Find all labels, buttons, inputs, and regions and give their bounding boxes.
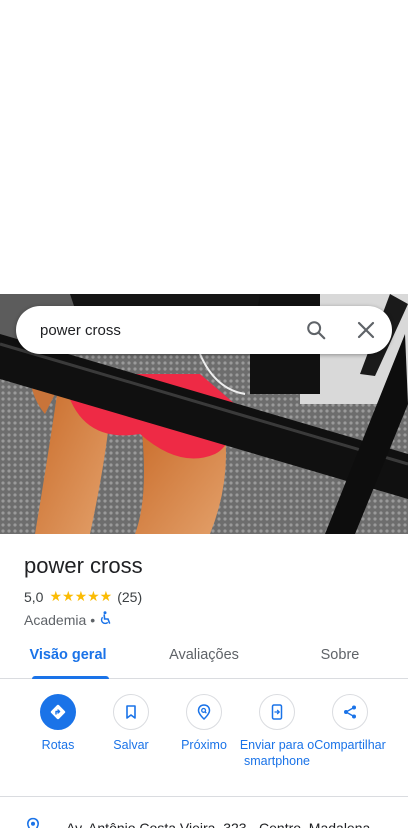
share-icon [332, 694, 368, 730]
action-buttons: Rotas Salvar Próximo Enviar para o smart… [0, 694, 408, 794]
action-label: Enviar para o smartphone [239, 738, 315, 768]
action-label: Compartilhar [314, 738, 386, 752]
rating-row[interactable]: 5,0 ★★★★★ (25) [24, 588, 384, 605]
directions-icon [40, 694, 76, 730]
rating-value: 5,0 [24, 588, 44, 605]
tab-label: Sobre [320, 647, 360, 663]
search-input[interactable]: power cross [40, 322, 294, 339]
location-pin-icon [24, 817, 42, 828]
search-bar[interactable]: power cross [16, 306, 392, 354]
close-icon[interactable] [344, 308, 388, 352]
active-tab-indicator [32, 676, 109, 679]
save-button[interactable]: Salvar [92, 694, 170, 753]
send-to-phone-icon [259, 694, 295, 730]
nearby-search-icon [186, 694, 222, 730]
star-rating-icon: ★★★★★ [49, 588, 113, 604]
action-label: Salvar [113, 738, 149, 752]
separator-dot: • [90, 611, 96, 628]
category-row: Academia • [24, 611, 384, 628]
map-area[interactable] [0, 0, 408, 294]
place-title: power cross [24, 553, 143, 578]
search-icon[interactable] [294, 308, 338, 352]
action-label: Rotas [41, 738, 75, 752]
directions-button[interactable]: Rotas [19, 694, 97, 753]
share-button[interactable]: Compartilhar [311, 694, 389, 753]
tab-reviews[interactable]: Avaliações [136, 636, 272, 678]
send-to-phone-button[interactable]: Enviar para o smartphone [238, 694, 316, 769]
tab-bar: Visão geral Avaliações Sobre [0, 636, 408, 679]
tab-about[interactable]: Sobre [272, 636, 408, 678]
action-label: Próximo [181, 738, 227, 752]
bookmark-icon [113, 694, 149, 730]
wheelchair-icon [99, 611, 113, 628]
address-row[interactable]: Av. Antônio Costa Vieira, 323 - Centro, … [24, 817, 408, 828]
tab-overview[interactable]: Visão geral [0, 636, 136, 679]
tab-label: Visão geral [29, 647, 107, 663]
nearby-button[interactable]: Próximo [165, 694, 243, 753]
review-count: (25) [117, 588, 143, 605]
tab-label: Avaliações [169, 647, 239, 663]
section-divider [0, 796, 408, 797]
maps-place-screen: power cross power cross 5,0 ★★★★★ (25) A… [0, 0, 408, 828]
address-text: Av. Antônio Costa Vieira, 323 - Centro, … [66, 820, 371, 828]
place-category: Academia [24, 611, 87, 628]
place-info: power cross 5,0 ★★★★★ (25) Academia • [24, 553, 384, 628]
